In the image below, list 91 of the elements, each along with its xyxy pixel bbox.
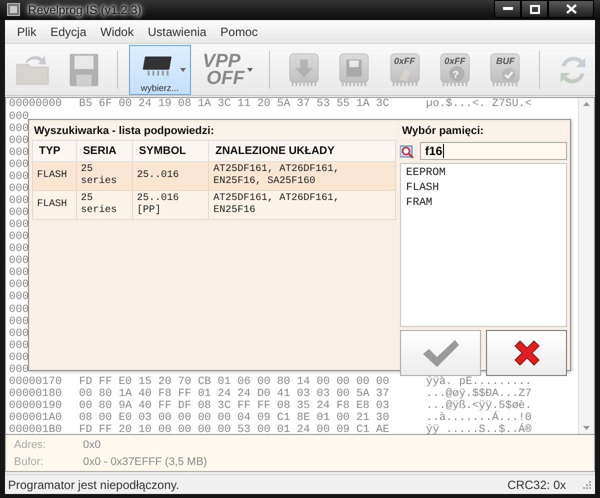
hex-address: 00000170 <box>9 376 63 388</box>
status-message: Programator jest niepodłączony. <box>8 478 180 492</box>
info-value: 0x0 - 0x37EFFF (3,5 MB) <box>83 456 208 468</box>
maximize-icon <box>530 4 540 14</box>
hex-bytes: 08 00 E0 03 00 00 00 00 04 09 C1 8E 01 00 21 30 <box>79 412 390 424</box>
column-header: ZNALEZIONE UKŁADY <box>208 140 396 162</box>
result-row[interactable]: FLASH 25 series 25..016 [PP] AT25DF161, AT26DF161, EN25F16 <box>32 190 396 220</box>
hex-address: 000 <box>9 194 29 208</box>
list-item[interactable]: EEPROM <box>405 166 447 182</box>
close-icon <box>566 4 576 14</box>
hex-address: 000 <box>9 134 29 147</box>
menu-item[interactable]: Ustawienia <box>140 22 214 41</box>
hex-bytes: B5 6F 00 24 19 08 1A 3C 11 20 5A 37 53 55 1A 3C <box>79 98 390 111</box>
column-header: SERIA <box>76 140 132 162</box>
vpp-off-label: VPP OFF <box>202 52 245 86</box>
hex-address: 00000000 <box>9 98 63 111</box>
search-icon <box>400 144 416 158</box>
hex-address: 000 <box>9 231 29 244</box>
hex-address: 000 <box>9 158 29 171</box>
menu-item[interactable]: Edycja <box>43 22 94 41</box>
hex-address: 000 <box>9 243 29 256</box>
result-row[interactable]: FLASH 25 series 25..016 AT25DF161, AT26DF161, EN25F16, SA25F160 <box>32 162 396 191</box>
hex-address: 000 <box>9 122 29 135</box>
table-cell: 25..016 <box>132 162 209 191</box>
hex-address: 000 <box>9 170 29 183</box>
minimize-button[interactable] <box>494 0 521 18</box>
resize-grip-icon <box>582 480 591 490</box>
hex-bytes: 00 80 1A 40 F8 FF 01 24 24 D0 41 03 03 00 5A 37 <box>79 388 390 400</box>
checkmark-icon <box>420 338 460 368</box>
table-cell: FLASH <box>32 162 76 191</box>
table-cell: 25..016 [PP] <box>132 190 209 220</box>
table-cell: 25 series <box>76 162 132 191</box>
info-value: 0x0 <box>83 439 102 452</box>
info-label: Adres: <box>14 439 47 452</box>
hex-bytes: 00 80 9A 40 FF DF 08 3C FF FF 08 35 24 F8 E8 03 <box>79 400 390 412</box>
caret-icon <box>180 68 186 72</box>
hex-address: 000 <box>9 352 29 364</box>
hex-address: 000 <box>9 219 29 232</box>
hex-ascii: ýÿ .....S..$..Á® <box>426 424 532 434</box>
results-title: Wyszukiwarka - lista podpowiedzi: <box>32 123 396 140</box>
hex-address: 000 <box>9 146 29 159</box>
hex-address: 00000190 <box>9 400 63 412</box>
search-field[interactable]: f16 <box>420 142 567 160</box>
scroll-up-icon <box>583 102 590 106</box>
scroll-down-icon <box>583 426 590 430</box>
maximize-button[interactable] <box>521 0 548 18</box>
cross-icon <box>512 338 542 368</box>
hex-ascii: ..à.......Á...!0 <box>426 412 532 424</box>
hex-address: 000001A0 <box>9 412 63 424</box>
hex-address: 000 <box>9 328 29 340</box>
table-cell: 25 series <box>76 190 132 220</box>
info-label: Bufor: <box>14 456 44 468</box>
cancel-button[interactable] <box>486 330 567 376</box>
hex-address: 000 <box>9 304 29 316</box>
menu-item[interactable]: Widok <box>93 22 141 41</box>
hex-ascii: ...@øÿ.$$ÐA...Z7 <box>426 388 532 400</box>
hex-address: 000 <box>9 255 29 268</box>
caret-icon <box>247 68 254 72</box>
hex-bytes: FD FF E0 15 20 70 CB 01 06 00 80 14 00 00 00 00 <box>79 376 390 388</box>
crc-value: CRC32: 0x <box>507 478 566 492</box>
column-header: TYP <box>32 140 76 162</box>
table-cell: FLASH <box>32 190 76 220</box>
menu-item[interactable]: Plik <box>10 22 44 41</box>
chip-select-button[interactable]: wybierz... <box>128 44 191 94</box>
close-button[interactable] <box>548 0 594 18</box>
column-header: SYMBOL <box>132 140 209 162</box>
app-icon <box>7 3 20 16</box>
hex-address: 000 <box>9 110 29 123</box>
hex-address: 000 <box>9 340 29 352</box>
hex-ascii: ýÿà. pË......... <box>426 376 532 388</box>
window-title: Revelprog IS (v1.2.3) <box>28 3 144 17</box>
hex-address: 000 <box>9 316 29 328</box>
hex-ascii: µo.$...<. Z7SU.< <box>426 98 532 111</box>
hex-address: 000 <box>9 279 29 292</box>
minimize-icon <box>502 7 512 11</box>
hex-address: 000 <box>9 364 29 376</box>
table-cell: AT25DF161, AT26DF161, EN25F16 <box>208 190 396 220</box>
hex-address: 000001B0 <box>9 424 63 434</box>
hex-address: 00000180 <box>9 388 63 400</box>
menu-item[interactable]: Pomoc <box>213 22 265 41</box>
table-cell: AT25DF161, AT26DF161, EN25F16, SA25F160 <box>208 162 396 191</box>
memory-title: Wybór pamięci: <box>400 123 567 140</box>
list-item[interactable]: FRAM <box>405 196 434 212</box>
hex-address: 000 <box>9 267 29 280</box>
hex-address: 000 <box>9 182 29 195</box>
hex-address: 000 <box>9 291 29 304</box>
scrollbar[interactable] <box>578 98 594 434</box>
list-item[interactable]: FLASH <box>405 181 440 196</box>
hex-ascii: ...@ÿß.<ÿÿ.5$øè. <box>426 400 532 412</box>
hex-address: 000 <box>9 207 29 220</box>
hex-bytes: FD FF 20 10 00 00 00 00 53 00 01 24 00 09 C1 AE <box>79 424 390 434</box>
